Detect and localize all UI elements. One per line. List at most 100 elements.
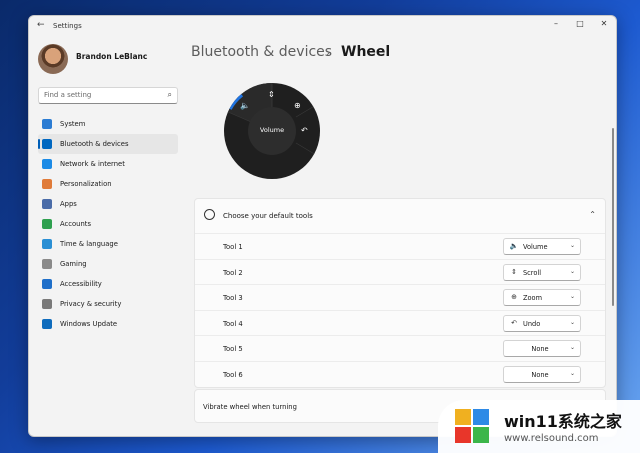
win11-logo-icon [455, 409, 489, 443]
sidebar-item-label: System [60, 120, 86, 128]
sidebar-item-label: Personalization [60, 180, 112, 188]
sidebar-item-personalization[interactable]: Personalization [38, 174, 178, 194]
volume-icon: 🔈 [509, 242, 519, 250]
sidebar-item-label: Accessibility [60, 280, 102, 288]
shield-icon [42, 299, 52, 309]
sidebar-item-label: Bluetooth & devices [60, 140, 129, 148]
chevron-up-icon[interactable]: ⌃ [589, 210, 596, 219]
sidebar-item-time-language[interactable]: Time & language [38, 234, 178, 254]
watermark: win11系统之家 www.relsound.com [438, 400, 640, 453]
default-tools-header[interactable]: Choose your default tools ⌃ [195, 199, 605, 234]
scrollbar[interactable] [612, 128, 614, 306]
gaming-icon [42, 259, 52, 269]
chevron-down-icon: ⌄ [569, 370, 575, 377]
sidebar-item-apps[interactable]: Apps [38, 194, 178, 214]
tool-dropdown[interactable]: 🔈 Volume ⌄ [503, 238, 581, 255]
breadcrumb-parent[interactable]: Bluetooth & devices [191, 44, 332, 60]
tool-name: Tool 4 [223, 319, 243, 328]
zoom-icon: ⊕ [511, 293, 517, 302]
tool-dropdown-value: Undo [523, 319, 541, 328]
sidebar-item-accounts[interactable]: Accounts [38, 214, 178, 234]
chevron-down-icon: ⌄ [569, 293, 575, 301]
person-icon [42, 219, 52, 229]
sidebar-item-label: Privacy & security [60, 300, 122, 308]
chevron-down-icon: ⌄ [569, 344, 575, 352]
tool-name: Tool 3 [223, 294, 243, 303]
scroll-icon: ⇕ [511, 267, 517, 276]
search-placeholder: Find a setting [44, 91, 92, 99]
tool-row: Tool 1 🔈 Volume ⌄ [195, 233, 605, 259]
tool-dropdown-value: None [531, 371, 549, 379]
sidebar-item-accessibility[interactable]: Accessibility [38, 274, 178, 294]
tool-name: Tool 6 [223, 371, 243, 379]
sidebar-item-system[interactable]: System [38, 114, 178, 134]
close-button[interactable]: ✕ [597, 19, 611, 28]
tool-row: Tool 5 None ⌄ [195, 335, 605, 361]
breadcrumb-chevron-icon: › [326, 46, 331, 59]
tool-dropdown-value: Volume [523, 243, 548, 251]
settings-window: ← Settings – □ ✕ Brandon LeBlanc Find a … [28, 15, 617, 437]
avatar[interactable] [38, 44, 68, 74]
tool-name: Tool 1 [223, 243, 243, 251]
update-icon [42, 319, 52, 329]
sidebar-item-privacy-security[interactable]: Privacy & security [38, 294, 178, 314]
window-title: Settings [53, 22, 82, 30]
tool-name: Tool 2 [223, 268, 243, 277]
maximize-button[interactable]: □ [573, 19, 587, 28]
globe-icon [42, 239, 52, 249]
volume-icon: 🔈 [240, 101, 250, 110]
wheel-preview: 🔈 ⇕ ⊕ ↶ Volume [224, 83, 320, 179]
default-tools-title: Choose your default tools [223, 212, 313, 220]
brush-icon [42, 179, 52, 189]
sidebar-item-bluetooth-devices[interactable]: Bluetooth & devices [38, 134, 178, 154]
tool-dropdown[interactable]: ⊕ Zoom ⌄ [503, 289, 581, 307]
search-input[interactable]: Find a setting ⌕ [38, 87, 178, 104]
tool-dropdown[interactable]: ↶ Undo ⌄ [503, 314, 581, 332]
tool-dropdown[interactable]: None ⌄ [503, 340, 581, 358]
back-arrow-icon[interactable]: ← [37, 20, 45, 30]
sidebar-nav: System Bluetooth & devices Network & inter… [38, 114, 178, 334]
tool-dropdown[interactable]: None ⌄ [503, 366, 581, 383]
sidebar-item-label: Apps [60, 200, 77, 208]
active-indicator [38, 139, 40, 149]
watermark-title: win11系统之家 [504, 412, 622, 431]
sidebar-item-label: Windows Update [60, 320, 118, 328]
tool-row: Tool 4 ↶ Undo ⌄ [195, 309, 605, 336]
tool-row: Tool 3 ⊕ Zoom ⌄ [195, 284, 605, 310]
sidebar-item-label: Accounts [60, 220, 91, 228]
user-name: Brandon LeBlanc [76, 52, 148, 61]
sidebar-item-label: Time & language [60, 240, 118, 248]
sidebar-item-network-internet[interactable]: Network & internet [38, 154, 178, 174]
sidebar-item-gaming[interactable]: Gaming [38, 254, 178, 274]
vibrate-label: Vibrate wheel when turning [203, 403, 297, 411]
default-tools-card: Choose your default tools ⌃ Tool 1 🔈 Volum… [194, 198, 606, 388]
watermark-url: www.relsound.com [504, 433, 599, 444]
tool-dropdown-value: Zoom [523, 294, 543, 303]
title-bar: ← Settings – □ ✕ [29, 16, 616, 38]
tool-row: Tool 2 ⇕ Scroll ⌄ [195, 258, 605, 285]
wheel-settings-icon [204, 209, 215, 220]
scroll-icon: ⇕ [268, 90, 275, 99]
tool-name: Tool 5 [223, 345, 243, 354]
apps-icon [42, 199, 52, 209]
page-title: Wheel [341, 44, 391, 60]
wheel-center-label: Volume [259, 126, 285, 134]
sidebar-item-label: Gaming [60, 260, 87, 268]
system-icon [42, 119, 52, 129]
bluetooth-icon [42, 139, 52, 149]
tool-dropdown-value: None [531, 345, 549, 354]
tool-row: Tool 6 None ⌄ [195, 361, 605, 387]
undo-icon: ↶ [511, 318, 517, 327]
minimize-button[interactable]: – [549, 19, 563, 28]
tool-dropdown[interactable]: ⇕ Scroll ⌄ [503, 263, 581, 281]
zoom-icon: ⊕ [294, 101, 301, 110]
wheel-divider [295, 142, 317, 156]
sidebar-item-windows-update[interactable]: Windows Update [38, 314, 178, 334]
sidebar-item-label: Network & internet [60, 160, 125, 168]
wifi-icon [42, 159, 52, 169]
chevron-down-icon: ⌄ [569, 318, 575, 326]
chevron-down-icon: ⌄ [569, 267, 575, 275]
search-icon: ⌕ [167, 90, 172, 99]
accessibility-icon [42, 279, 52, 289]
tool-dropdown-value: Scroll [523, 268, 542, 277]
